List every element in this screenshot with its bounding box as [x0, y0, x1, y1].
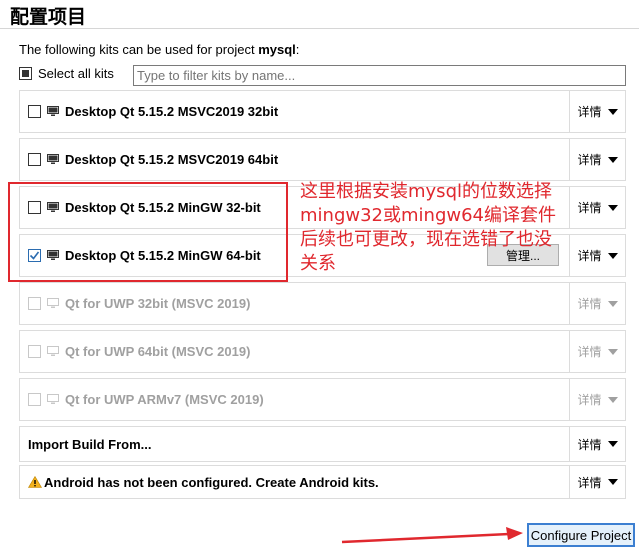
annotation-line: 后续也可更改，现在选错了也没 — [300, 229, 552, 250]
kit-label: Desktop Qt 5.15.2 MSVC2019 64bit — [65, 152, 279, 167]
kit-checkbox — [28, 393, 41, 406]
android-label: Android has not been configured. Create … — [44, 474, 379, 490]
configure-project-button[interactable]: Configure Project — [527, 523, 635, 547]
select-all-label: Select all kits — [38, 66, 114, 81]
android-row[interactable]: Android has not been configured. Create … — [19, 465, 626, 499]
details-label: 详情 — [577, 345, 602, 359]
details-label: 详情 — [577, 153, 602, 167]
kit-label: Qt for UWP ARMv7 (MSVC 2019) — [65, 392, 264, 407]
monitor-icon — [47, 394, 59, 404]
details-label: 详情 — [577, 297, 602, 311]
monitor-icon — [47, 298, 59, 308]
kit-label: Desktop Qt 5.15.2 MSVC2019 32bit — [65, 104, 279, 119]
details-label: 详情 — [577, 475, 602, 490]
chevron-down-icon — [607, 108, 618, 115]
monitor-icon — [47, 106, 59, 116]
chevron-down-icon — [607, 252, 618, 259]
warning-icon — [28, 476, 42, 488]
details-dropdown: 详情 — [569, 331, 625, 372]
kit-label: Qt for UWP 32bit (MSVC 2019) — [65, 296, 251, 311]
kit-checkbox — [28, 345, 41, 358]
details-label: 详情 — [577, 437, 602, 452]
kits-description: The following kits can be used for proje… — [19, 42, 299, 57]
details-label: 详情 — [577, 249, 602, 263]
details-dropdown[interactable]: 详情 — [569, 139, 625, 180]
kit-checkbox — [28, 297, 41, 310]
kit-row[interactable]: Desktop Qt 5.15.2 MSVC2019 64bit 详情 — [19, 138, 626, 181]
select-all-kits[interactable]: Select all kits — [19, 66, 114, 81]
kit-row-disabled: Qt for UWP ARMv7 (MSVC 2019) 详情 — [19, 378, 626, 421]
title-divider — [0, 28, 639, 29]
kit-label: Qt for UWP 64bit (MSVC 2019) — [65, 344, 251, 359]
details-dropdown[interactable]: 详情 — [569, 91, 625, 132]
chevron-down-icon — [607, 479, 618, 485]
monitor-icon — [47, 154, 59, 164]
import-build-label: Import Build From... — [28, 436, 152, 452]
details-dropdown: 详情 — [569, 379, 625, 420]
details-dropdown[interactable]: 详情 — [569, 466, 625, 498]
chevron-down-icon — [607, 300, 618, 307]
chevron-down-icon — [607, 156, 618, 163]
details-dropdown[interactable]: 详情 — [569, 235, 625, 276]
subtitle-prefix: The following kits can be used for proje… — [19, 42, 259, 57]
project-name: mysql — [258, 42, 296, 57]
chevron-down-icon — [607, 396, 618, 403]
annotation-text: 这里根据安装mysql的位数选择 mingw32或mingw64编译套件 后续也… — [300, 180, 570, 276]
kit-checkbox[interactable] — [28, 105, 41, 118]
subtitle-suffix: : — [295, 42, 300, 57]
details-dropdown: 详情 — [569, 283, 625, 324]
monitor-icon — [47, 346, 59, 356]
annotation-line: 关系 — [300, 253, 336, 274]
kit-filter-input[interactable] — [133, 65, 626, 86]
page-title: 配置项目 — [10, 6, 87, 28]
kit-row-disabled: Qt for UWP 32bit (MSVC 2019) 详情 — [19, 282, 626, 325]
chevron-down-icon — [607, 204, 618, 211]
select-all-checkbox[interactable] — [19, 67, 32, 80]
chevron-down-icon — [607, 348, 618, 355]
chevron-down-icon — [607, 441, 618, 447]
import-build-row[interactable]: Import Build From... 详情 — [19, 426, 626, 462]
details-dropdown[interactable]: 详情 — [569, 427, 625, 461]
details-dropdown[interactable]: 详情 — [569, 187, 625, 228]
kit-row[interactable]: Desktop Qt 5.15.2 MSVC2019 32bit 详情 — [19, 90, 626, 133]
annotation-arrow-icon — [341, 527, 523, 544]
details-label: 详情 — [577, 105, 602, 119]
annotation-highlight-box — [8, 182, 288, 282]
annotation-line: mingw32或mingw64编译套件 — [300, 205, 556, 226]
kit-row-disabled: Qt for UWP 64bit (MSVC 2019) 详情 — [19, 330, 626, 373]
annotation-line: 这里根据安装mysql的位数选择 — [300, 181, 552, 202]
kit-checkbox[interactable] — [28, 153, 41, 166]
details-label: 详情 — [577, 393, 602, 407]
details-label: 详情 — [577, 201, 602, 215]
